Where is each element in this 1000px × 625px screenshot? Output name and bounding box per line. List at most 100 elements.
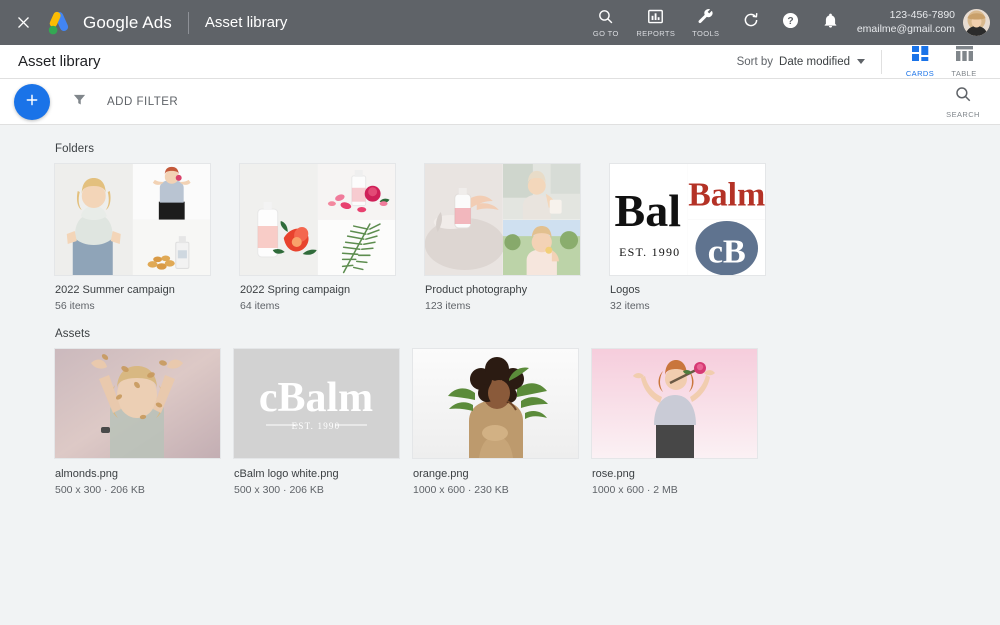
search-label: SEARCH: [946, 110, 980, 119]
account-text: 123-456-7890 emailme@gmail.com: [857, 9, 955, 35]
search-icon: [597, 7, 614, 26]
add-filter-button[interactable]: ADD FILTER: [72, 92, 178, 112]
asset-card[interactable]: orange.png 1000 x 600 · 230 KB: [413, 349, 578, 496]
refresh-button[interactable]: [736, 8, 766, 38]
sort-by-dropdown[interactable]: Sort by Date modified: [737, 56, 865, 68]
folders-grid: 2022 Summer campaign 56 items: [55, 164, 1000, 312]
account-email: emailme@gmail.com: [857, 23, 955, 36]
view-divider: [881, 50, 882, 74]
notifications-button[interactable]: [816, 8, 846, 38]
asset-name: almonds.png: [55, 468, 220, 480]
tools-button[interactable]: TOOLS: [687, 7, 725, 38]
folders-heading: Folders: [55, 143, 1000, 155]
asset-name: orange.png: [413, 468, 578, 480]
thumb-cell: [133, 164, 211, 220]
plus-icon: [24, 92, 40, 111]
close-button[interactable]: [8, 8, 38, 38]
brand-name: Google Ads: [83, 13, 172, 33]
add-filter-label: ADD FILTER: [107, 96, 178, 108]
thumb-cell: Balm: [688, 164, 766, 220]
asset-thumbnail-cbalm: cBalm EST. 1990: [234, 349, 399, 458]
assets-heading: Assets: [55, 328, 1000, 340]
assets-section: Assets: [55, 328, 1000, 496]
asset-card[interactable]: rose.png 1000 x 600 · 2 MB: [592, 349, 757, 496]
folder-name: 2022 Summer campaign: [55, 284, 210, 296]
tools-label: TOOLS: [692, 29, 719, 38]
folder-item-count: 64 items: [240, 300, 395, 312]
page-title: Asset library: [18, 53, 101, 70]
reports-button[interactable]: REPORTS: [637, 7, 675, 38]
top-app-bar: Google Ads Asset library GO TO REPORTS: [0, 0, 1000, 45]
asset-card[interactable]: cBalm EST. 1990 cBalm logo white.png 500…: [234, 349, 399, 496]
asset-meta: 500 x 300 · 206 KB: [234, 484, 399, 496]
bell-icon: [822, 12, 839, 34]
close-icon: [16, 15, 31, 30]
logo-bal-text: Bal: [615, 185, 681, 236]
search-icon: [954, 85, 972, 108]
appbar-context-title: Asset library: [205, 14, 288, 31]
folder-item-count: 56 items: [55, 300, 210, 312]
thumb-cell: [240, 164, 318, 275]
user-avatar: [963, 9, 990, 36]
action-bar: ADD FILTER SEARCH: [0, 79, 1000, 125]
sort-by-label: Sort by: [737, 56, 773, 68]
folder-card[interactable]: Bal EST. 1990 Balm: [610, 164, 765, 312]
goto-label: GO TO: [593, 29, 619, 38]
folder-thumbnail-product: [425, 164, 580, 275]
help-circle-icon: ?: [781, 11, 800, 35]
folder-card[interactable]: Product photography 123 items: [425, 164, 580, 312]
asset-library-content: Folders: [0, 125, 1000, 625]
view-toggle: CARDS TABLE: [896, 46, 984, 78]
cbalm-wordmark: cBalm: [259, 375, 373, 421]
folder-item-count: 123 items: [425, 300, 580, 312]
thumb-cell: [503, 220, 581, 276]
sort-by-value: Date modified: [779, 56, 850, 68]
folder-item-count: 32 items: [610, 300, 765, 312]
folder-thumbnail-summer: [55, 164, 210, 275]
asset-name: rose.png: [592, 468, 757, 480]
view-cards-button[interactable]: CARDS: [900, 46, 940, 78]
asset-thumbnail-almonds: [55, 349, 220, 458]
folders-section: Folders: [55, 143, 1000, 312]
help-button[interactable]: ?: [776, 8, 806, 38]
view-table-button[interactable]: TABLE: [944, 46, 984, 78]
goto-button[interactable]: GO TO: [587, 7, 625, 38]
account-button[interactable]: 123-456-7890 emailme@gmail.com: [857, 9, 990, 36]
asset-meta: 500 x 300 · 206 KB: [55, 484, 220, 496]
cbalm-est: EST. 1990: [292, 421, 341, 431]
logo-balm-text: Balm: [688, 177, 765, 214]
search-button[interactable]: SEARCH: [942, 85, 984, 119]
thumb-cell: [318, 220, 396, 276]
thumb-cell: [318, 164, 396, 220]
asset-meta: 1000 x 600 · 230 KB: [413, 484, 578, 496]
thumb-cell: [55, 164, 133, 275]
svg-text:?: ?: [788, 16, 794, 27]
page-title-bar: Asset library Sort by Date modified CARD…: [0, 45, 1000, 79]
asset-thumbnail-orange: [413, 349, 578, 458]
refresh-icon: [742, 11, 760, 34]
asset-thumbnail-rose: [592, 349, 757, 458]
table-icon: [956, 46, 973, 66]
thumb-cell: [503, 164, 581, 220]
folder-card[interactable]: 2022 Summer campaign 56 items: [55, 164, 210, 312]
thumb-cell: [133, 220, 211, 276]
thumb-cell: [425, 164, 503, 275]
logo-est-text: EST. 1990: [619, 245, 680, 259]
folder-thumbnail-spring: [240, 164, 395, 275]
google-ads-logo: [46, 10, 76, 36]
reports-label: REPORTS: [636, 29, 675, 38]
thumb-cell: Bal EST. 1990: [610, 164, 688, 275]
folder-name: Logos: [610, 284, 765, 296]
folder-name: 2022 Spring campaign: [240, 284, 395, 296]
logo-cb-text: cB: [707, 232, 745, 270]
folder-thumbnail-logos: Bal EST. 1990 Balm: [610, 164, 765, 275]
grid-cards-icon: [912, 46, 929, 66]
assets-grid: almonds.png 500 x 300 · 206 KB cBalm EST…: [55, 349, 1000, 496]
appbar-divider: [188, 12, 189, 34]
asset-card[interactable]: almonds.png 500 x 300 · 206 KB: [55, 349, 220, 496]
folder-card[interactable]: 2022 Spring campaign 64 items: [240, 164, 395, 312]
account-id: 123-456-7890: [857, 9, 955, 22]
add-asset-button[interactable]: [14, 84, 50, 120]
filter-funnel-icon: [72, 92, 87, 112]
view-cards-label: CARDS: [906, 69, 934, 78]
